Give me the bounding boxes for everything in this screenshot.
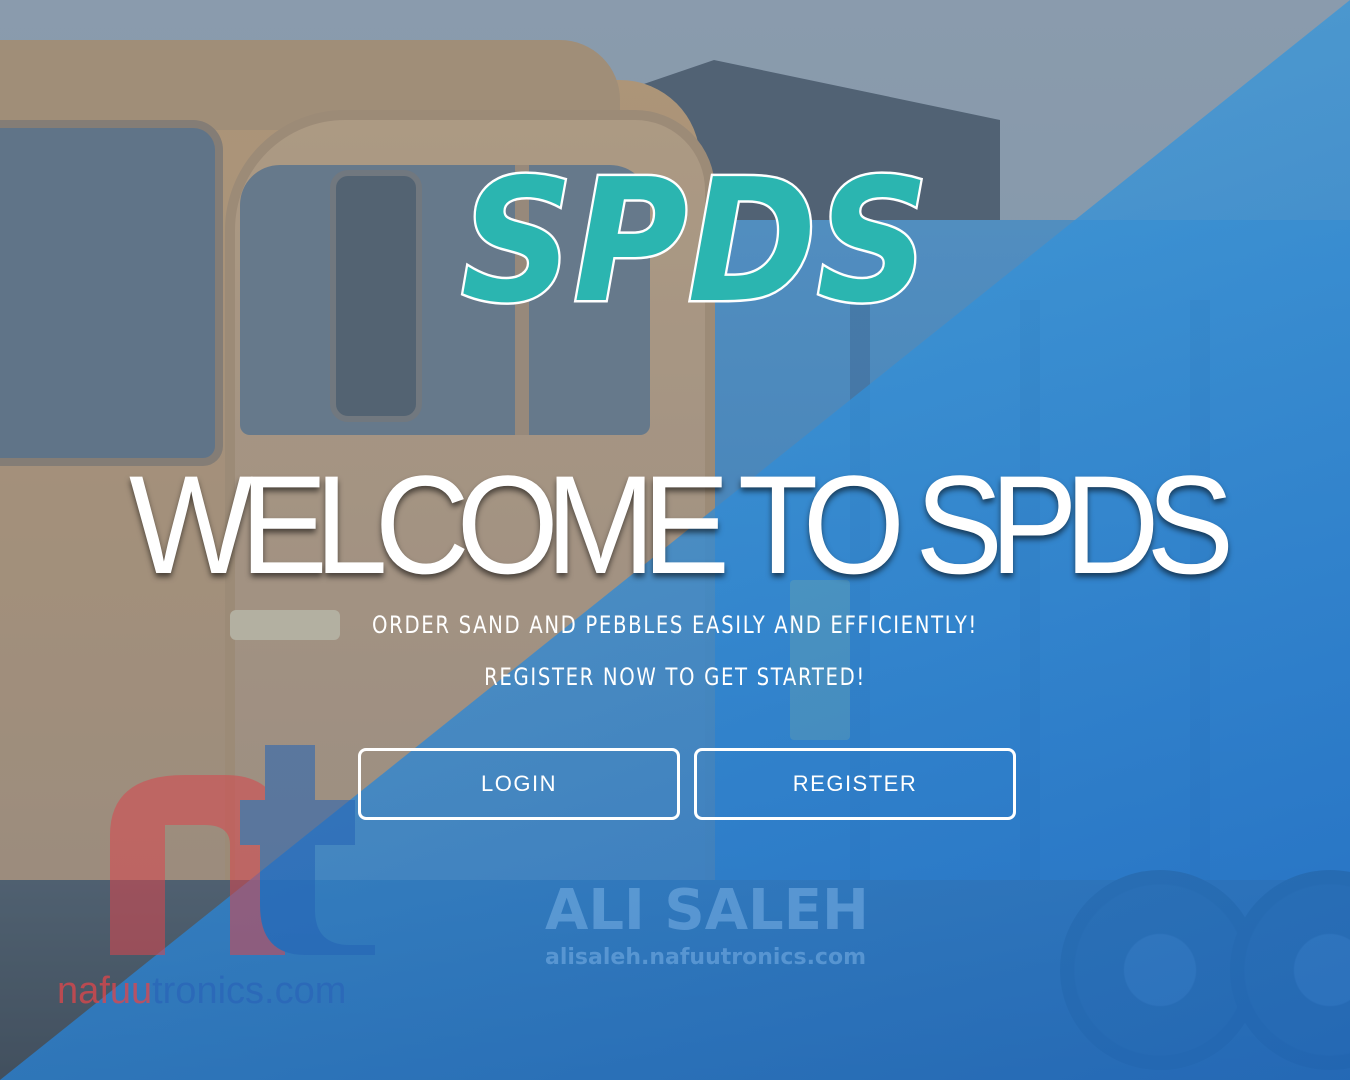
- tagline-secondary: REGISTER NOW TO GET STARTED!: [484, 663, 866, 691]
- watermark-domain-part2: tronics.com: [152, 970, 347, 1012]
- register-button[interactable]: REGISTER: [694, 748, 1016, 820]
- author-watermark-name: ALI SALEH: [545, 878, 869, 943]
- spds-logo: SPDS: [455, 155, 935, 325]
- nafuutronics-watermark-domain: nafuutronics.com: [57, 970, 346, 1013]
- landing-page: SPDS WELCOME TO SPDS ORDER SAND AND PEBB…: [0, 0, 1350, 1080]
- welcome-headline: WELCOME TO SPDS: [128, 446, 1234, 603]
- watermark-domain-part1: nafuu: [57, 970, 153, 1012]
- logo-text: SPDS: [461, 155, 929, 325]
- login-button[interactable]: LOGIN: [358, 748, 680, 820]
- author-watermark-url: alisaleh.nafuutronics.com: [545, 945, 867, 970]
- tagline-primary: ORDER SAND AND PEBBLES EASILY AND EFFICI…: [372, 611, 978, 639]
- spds-logo-graphic: SPDS: [459, 155, 932, 325]
